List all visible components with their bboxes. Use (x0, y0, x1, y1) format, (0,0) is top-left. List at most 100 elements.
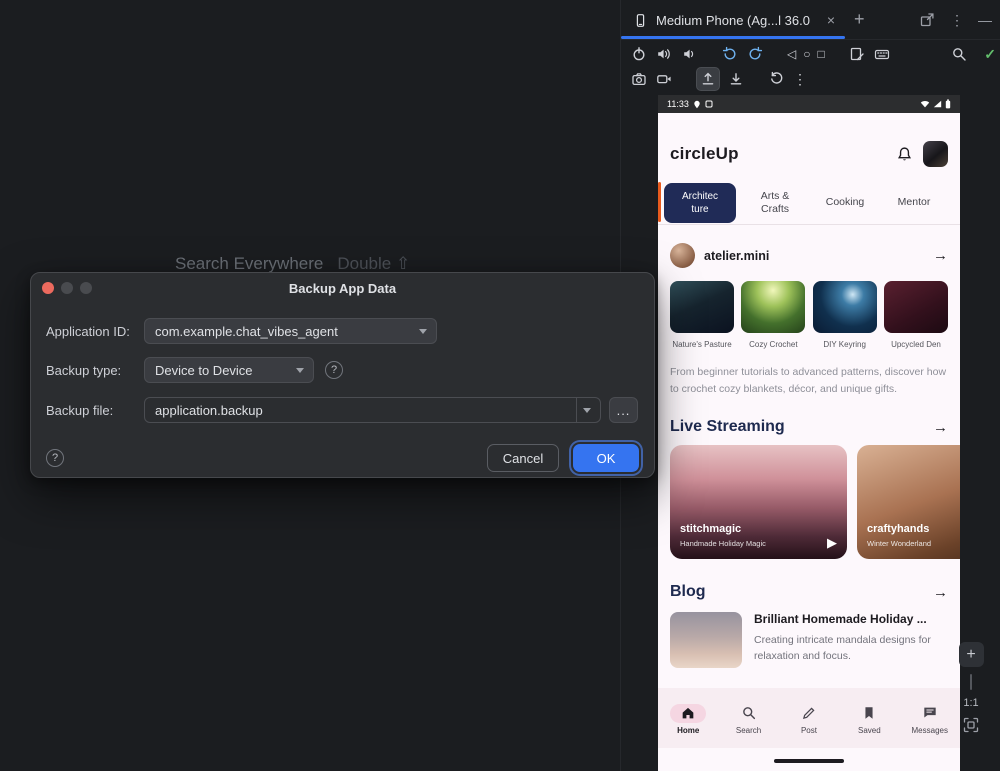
app-header: circleUp (670, 141, 948, 167)
backup-type-select[interactable]: Device to Device (144, 357, 314, 383)
rotate-left-icon[interactable] (721, 45, 739, 63)
blog-post-body: Creating intricate mandala designs for r… (754, 632, 948, 664)
back-icon[interactable]: ◁ (787, 47, 796, 61)
application-id-select[interactable]: com.example.chat_vibes_agent (144, 318, 437, 344)
application-id-label: Application ID: (46, 318, 130, 344)
card-diy-keyring[interactable]: DIY Keyring (813, 281, 877, 349)
nav-post[interactable]: Post (781, 704, 837, 735)
card-upcycled-den[interactable]: Upcycled Den (884, 281, 948, 349)
restore-app-data-icon[interactable] (727, 70, 745, 88)
tab-architecture[interactable]: Architec ture (664, 183, 736, 223)
power-icon[interactable] (630, 45, 648, 63)
open-in-new-window-icon[interactable] (918, 11, 936, 29)
backup-file-dropdown-button[interactable] (576, 398, 600, 422)
profile-avatar-small (670, 243, 695, 268)
volume-down-icon[interactable] (680, 45, 698, 63)
bookmark-icon (851, 704, 887, 723)
search-everywhere-label: Search Everywhere (175, 254, 323, 274)
active-tab-indicator (621, 36, 845, 39)
nav-home[interactable]: Home (660, 704, 716, 735)
screen-record-icon[interactable] (655, 70, 673, 88)
card-image (741, 281, 805, 333)
tab-mentor[interactable]: Mentor (886, 183, 942, 223)
nav-label: Home (677, 726, 699, 735)
more-options-icon[interactable]: ⋮ (793, 71, 807, 87)
zoom-slider[interactable] (970, 674, 972, 690)
blog-header: Blog → (670, 583, 948, 601)
new-tab-button[interactable]: + (854, 8, 865, 30)
snapshot-reset-icon[interactable] (768, 70, 786, 88)
card-cozy-crochet[interactable]: Cozy Crochet (741, 281, 805, 349)
card-natures-pasture[interactable]: Nature's Pasture (670, 281, 734, 349)
dialog-title: Backup App Data (289, 281, 396, 296)
screenshot-edit-icon[interactable] (848, 45, 866, 63)
blog-post[interactable]: Brilliant Homemade Holiday ... Creating … (670, 612, 948, 668)
play-icon[interactable]: ▶ (827, 535, 837, 551)
zoom-reset-label[interactable]: 1:1 (963, 697, 978, 709)
user-avatar[interactable] (923, 141, 948, 167)
arrow-right-icon[interactable]: → (933, 419, 948, 436)
notifications-bell-icon[interactable] (895, 145, 913, 163)
dialog-titlebar: Backup App Data (31, 273, 654, 303)
zoom-toggle-icon[interactable] (950, 45, 968, 63)
category-tabs: Architec ture Arts & Crafts Cooking Ment… (658, 181, 960, 225)
chevron-down-icon (583, 408, 591, 413)
close-window-button[interactable] (42, 282, 54, 294)
maximize-window-button[interactable] (80, 282, 92, 294)
ok-button[interactable]: OK (573, 444, 639, 472)
hardware-input-icon[interactable] (873, 45, 891, 63)
live-card-craftyhands[interactable]: craftyhands Winter Wonderland (857, 445, 960, 559)
gesture-bar[interactable] (774, 759, 844, 763)
card-label: DIY Keyring (813, 340, 877, 349)
hide-tool-window-icon[interactable]: — (978, 12, 992, 28)
backup-type-label: Backup type: (46, 357, 121, 383)
tab-cooking[interactable]: Cooking (814, 183, 876, 223)
live-card-stitchmagic[interactable]: stitchmagic Handmade Holiday Magic ▶ (670, 445, 847, 559)
emulator-display[interactable]: 11:33 circleUp Architec ture Arts & Craf… (658, 95, 960, 771)
browse-button[interactable]: ... (609, 397, 638, 423)
volume-up-icon[interactable] (655, 45, 673, 63)
application-id-value: com.example.chat_vibes_agent (155, 324, 338, 339)
search-everywhere-shortcut: Double ⇧ (337, 254, 410, 274)
tab-arts-crafts[interactable]: Arts & Crafts (746, 183, 804, 223)
arrow-right-icon[interactable]: → (933, 247, 948, 264)
tool-window-options-icon[interactable]: ⋮ (950, 12, 964, 28)
chat-icon (912, 704, 948, 723)
rotate-right-icon[interactable] (746, 45, 764, 63)
device-tab-label: Medium Phone (Ag...l 36.0 (656, 13, 810, 28)
backup-app-data-icon[interactable] (696, 67, 720, 91)
nav-messages[interactable]: Messages (902, 704, 958, 735)
backup-type-help-icon[interactable]: ? (325, 361, 343, 379)
backup-file-combobox[interactable]: application.backup (144, 397, 601, 423)
profile-name: atelier.mini (704, 249, 769, 263)
dialog-help-icon[interactable]: ? (46, 449, 64, 467)
stream-subtitle: Handmade Holiday Magic (680, 539, 766, 548)
close-tab-icon[interactable]: × (827, 12, 835, 28)
nav-saved[interactable]: Saved (841, 704, 897, 735)
signal-icon (933, 100, 942, 108)
camera-icon[interactable] (630, 70, 648, 88)
chevron-down-icon (296, 368, 304, 373)
blog-thumbnail (670, 612, 742, 668)
fit-to-window-icon[interactable] (962, 716, 980, 734)
overview-icon[interactable]: □ (817, 47, 824, 61)
card-image (813, 281, 877, 333)
search-icon (731, 704, 767, 723)
device-tab[interactable]: Medium Phone (Ag...l 36.0 × (621, 0, 845, 40)
zoom-in-button[interactable]: + (959, 642, 984, 667)
nav-search[interactable]: Search (721, 704, 777, 735)
live-streaming-title: Live Streaming (670, 418, 785, 436)
backup-app-data-dialog: Backup App Data Application ID: com.exam… (30, 272, 655, 478)
cancel-button[interactable]: Cancel (487, 444, 559, 472)
profile-row[interactable]: atelier.mini → (670, 243, 948, 268)
live-streaming-header: Live Streaming → (670, 418, 948, 436)
device-ready-check-icon: ✓ (984, 46, 996, 63)
arrow-right-icon[interactable]: → (933, 584, 948, 601)
search-everywhere-hint: Search Everywhere Double ⇧ (175, 254, 410, 274)
blog-texts: Brilliant Homemade Holiday ... Creating … (754, 612, 948, 668)
minimize-window-button[interactable] (61, 282, 73, 294)
nav-label: Post (801, 726, 817, 735)
emulator-toolbar-secondary: ⋮ (630, 67, 807, 91)
home-button-icon[interactable]: ○ (803, 47, 810, 61)
emulator-toolbar-primary: ◁ ○ □ ✓ (630, 43, 996, 65)
